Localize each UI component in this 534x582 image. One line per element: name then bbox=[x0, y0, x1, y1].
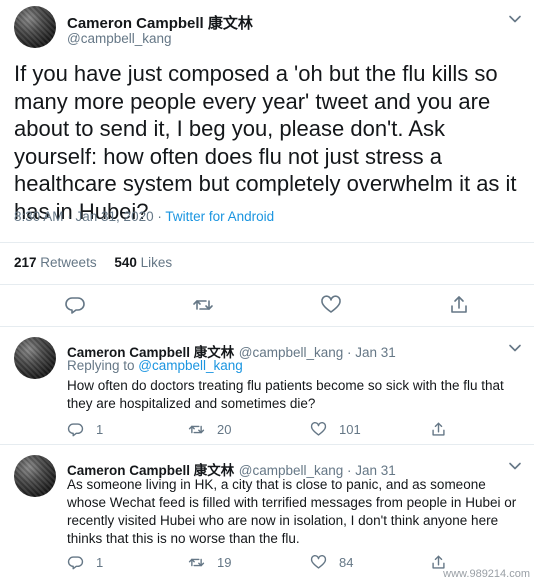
like-action[interactable]: 101 bbox=[310, 421, 361, 438]
reply-icon bbox=[67, 556, 84, 570]
tweet-time[interactable]: 8:30 AM · Jan 31, 2020 · bbox=[14, 209, 165, 224]
avatar[interactable] bbox=[14, 6, 56, 48]
replying-prefix: Replying to bbox=[67, 358, 139, 373]
author-name[interactable]: Cameron Campbell 康文林 bbox=[67, 12, 253, 33]
tweet-stats: 217 Retweets 540 Likes bbox=[14, 255, 172, 270]
like-action[interactable]: 84 bbox=[310, 554, 353, 571]
retweet-count: 20 bbox=[217, 422, 232, 437]
tweet-meta: 8:30 AM · Jan 31, 2020 · Twitter for And… bbox=[14, 209, 274, 224]
retweet-action[interactable]: 20 bbox=[188, 421, 231, 438]
retweet-action[interactable]: 19 bbox=[188, 554, 231, 571]
reply-text: How often do doctors treating flu patien… bbox=[67, 378, 504, 411]
chevron-down-icon[interactable] bbox=[508, 459, 522, 473]
reply-icon bbox=[67, 423, 84, 437]
reply-count: 1 bbox=[96, 555, 104, 570]
like-icon[interactable] bbox=[320, 294, 342, 316]
divider bbox=[0, 242, 534, 243]
chevron-down-icon[interactable] bbox=[508, 341, 522, 355]
retweet-count: 19 bbox=[217, 555, 232, 570]
share-icon[interactable] bbox=[448, 294, 470, 316]
retweet-icon bbox=[188, 558, 205, 567]
likes-count: 540 bbox=[114, 255, 137, 270]
avatar[interactable] bbox=[14, 337, 56, 379]
replying-to: Replying to @campbell_kang bbox=[67, 358, 243, 373]
watermark: www.989214.com bbox=[443, 568, 530, 580]
share-action[interactable] bbox=[430, 421, 447, 438]
reply-action[interactable]: 1 bbox=[67, 554, 103, 571]
retweet-icon bbox=[188, 425, 205, 434]
replying-to-link[interactable]: @campbell_kang bbox=[138, 358, 243, 373]
likes-label: Likes bbox=[140, 255, 173, 270]
like-count: 101 bbox=[339, 422, 361, 437]
share-icon bbox=[432, 422, 445, 436]
author-handle[interactable]: @campbell_kang · Jan 31 bbox=[239, 345, 396, 360]
like-count: 84 bbox=[339, 555, 354, 570]
retweet-icon[interactable] bbox=[192, 294, 214, 316]
like-icon bbox=[310, 555, 327, 569]
tweet-source[interactable]: Twitter for Android bbox=[165, 209, 274, 224]
tweet-text: If you have just composed a 'oh but the … bbox=[14, 61, 517, 224]
divider bbox=[0, 284, 534, 285]
likes-stat[interactable]: 540 Likes bbox=[114, 255, 172, 270]
reply-count: 1 bbox=[96, 422, 104, 437]
avatar[interactable] bbox=[14, 455, 56, 497]
author-handle[interactable]: @campbell_kang bbox=[67, 31, 172, 46]
chevron-down-icon[interactable] bbox=[508, 12, 522, 26]
reply-tweet[interactable]: Cameron Campbell 康文林 @campbell_kang · Ja… bbox=[0, 327, 534, 444]
reply-action[interactable]: 1 bbox=[67, 421, 103, 438]
retweets-count: 217 bbox=[14, 255, 37, 270]
like-icon bbox=[310, 422, 327, 436]
retweets-stat[interactable]: 217 Retweets bbox=[14, 255, 111, 270]
retweets-label: Retweets bbox=[40, 255, 97, 270]
reply-tweet[interactable]: Cameron Campbell 康文林 @campbell_kang · Ja… bbox=[0, 445, 534, 582]
reply-text: As someone living in HK, a city that is … bbox=[67, 477, 517, 546]
reply-icon[interactable] bbox=[64, 294, 86, 316]
